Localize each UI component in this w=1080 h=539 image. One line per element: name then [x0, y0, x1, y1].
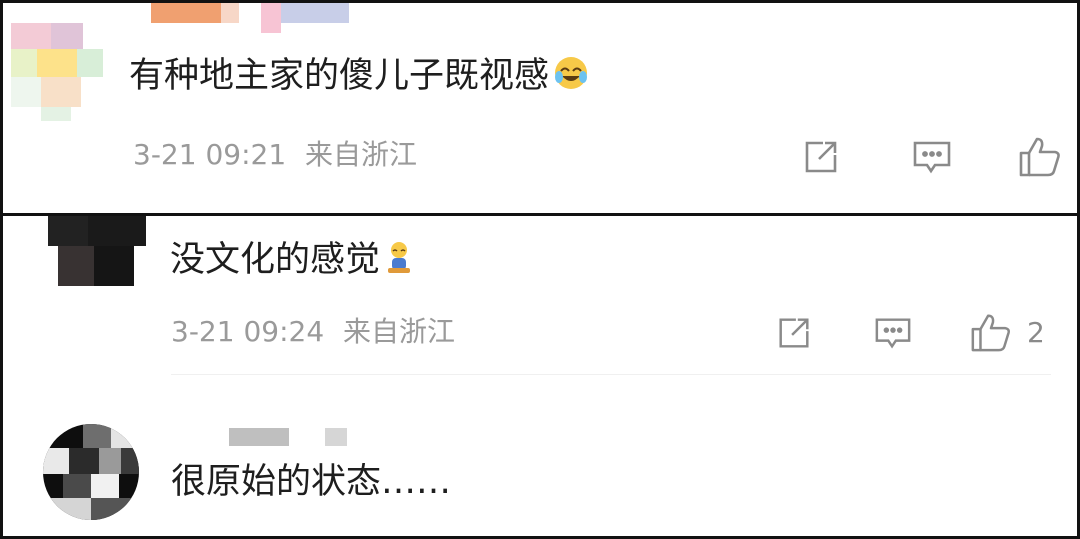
avatar[interactable] [43, 424, 139, 520]
laughing-crying-emoji [553, 55, 589, 100]
comment-button[interactable] [873, 314, 913, 352]
comment-meta: 3-21 09:21 来自浙江 [133, 139, 417, 171]
like-button[interactable]: 2 [969, 310, 1045, 354]
like-count: 2 [1027, 315, 1045, 349]
share-button[interactable] [775, 314, 813, 352]
thumbs-up-icon [1017, 133, 1063, 179]
username-blur [229, 428, 289, 446]
comment-icon [873, 314, 913, 352]
username-blur-part [261, 3, 281, 33]
comment-list: 没文化的感觉 3-21 09:24 来自浙江 2 很原始的状态…… [0, 216, 1080, 539]
comment-icon [911, 137, 953, 177]
thumbs-up-icon [969, 310, 1013, 354]
comment-text: 有种地主家的傻儿子既视感 [129, 55, 589, 100]
avatar[interactable] [48, 216, 148, 288]
share-icon [801, 137, 841, 177]
username-blur-part [325, 428, 347, 446]
like-button[interactable] [1017, 133, 1069, 179]
comment-text: 没文化的感觉 [170, 240, 414, 284]
share-icon [775, 314, 813, 352]
divider [171, 374, 1051, 375]
username-blur [151, 3, 221, 23]
comment-time: 3-21 09:24 [171, 315, 325, 348]
comment-meta: 3-21 09:24 来自浙江 [171, 316, 455, 348]
sitting-figure-emoji [384, 241, 414, 284]
comment-card-1: 有种地主家的傻儿子既视感 3-21 09:21 来自浙江 [0, 0, 1080, 216]
username-blur-part [281, 3, 349, 23]
comment-location: 来自浙江 [305, 138, 418, 171]
comment-text: 很原始的状态…… [171, 462, 452, 502]
username-blur-part [221, 3, 239, 23]
avatar[interactable] [11, 23, 111, 123]
comment-location: 来自浙江 [343, 315, 456, 348]
comment-time: 3-21 09:21 [133, 138, 287, 171]
comment-button[interactable] [911, 137, 953, 177]
share-button[interactable] [801, 137, 841, 177]
